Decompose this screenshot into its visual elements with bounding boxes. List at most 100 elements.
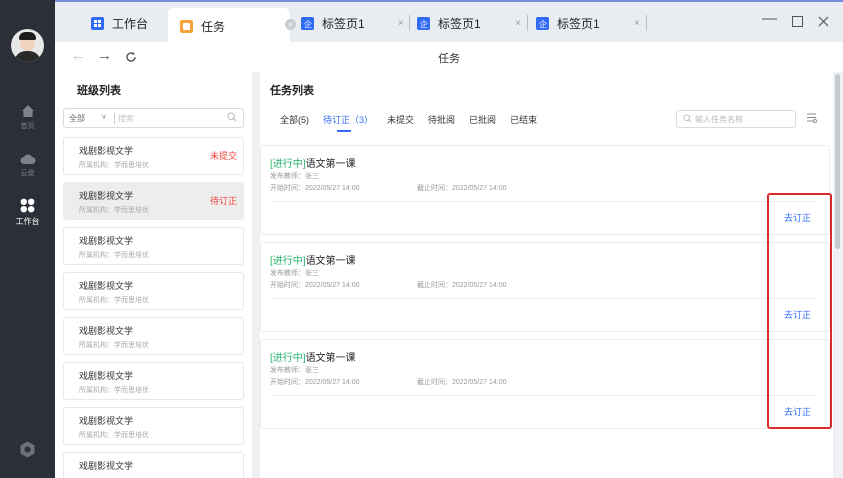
page-tab-icon: 企 xyxy=(417,16,430,30)
class-list-item[interactable]: 戏剧影视文学 所属机构：学而思培优 xyxy=(63,272,244,310)
close-tab-icon[interactable]: × xyxy=(398,18,404,29)
task-end-time: 截止时间：2022/05/27 14:00 xyxy=(417,379,507,386)
sidebar-item-label: 云盘 xyxy=(20,170,35,177)
class-list-item[interactable]: 戏剧影视文学 所属机构：学而思培优 xyxy=(63,317,244,355)
close-tab-icon[interactable]: × xyxy=(285,19,296,30)
tab-page-2[interactable]: 企 标签页1 xyxy=(417,7,481,39)
filter-tab-not-submitted[interactable]: 未提交 xyxy=(387,113,414,126)
sidebar-item-cloud[interactable]: 云盘 xyxy=(0,153,55,178)
tab-page-1[interactable]: 企 标签页1 xyxy=(301,7,365,39)
class-name: 戏剧影视文学 xyxy=(79,281,134,291)
filter-tab-to-review[interactable]: 待批阅 xyxy=(428,113,455,126)
filter-icon[interactable] xyxy=(806,112,817,123)
class-filter-select[interactable]: 全部 xyxy=(69,113,85,124)
sidebar-item-label: 工作台 xyxy=(15,217,40,226)
search-divider xyxy=(114,113,115,124)
task-end-time: 截止时间：2022/05/27 14:00 xyxy=(417,185,507,192)
class-search-input[interactable] xyxy=(118,111,218,125)
settings-hexagon-icon[interactable] xyxy=(19,441,36,458)
sidebar-item-workbench[interactable]: 工作台 xyxy=(0,198,55,227)
class-list-item[interactable]: 戏剧影视文学 所属机构：学而思培优 xyxy=(63,362,244,400)
page-title: 任务 xyxy=(438,53,460,65)
status-badge: 待订正 xyxy=(209,196,237,206)
app-sidebar: 首页 云盘 工作台 xyxy=(0,0,55,478)
close-tab-icon[interactable]: × xyxy=(634,18,640,29)
class-list-item[interactable]: 戏剧影视文学 xyxy=(63,452,244,478)
task-card: [进行中]语文第一课 发布教师：张三 开始时间：2022/05/27 14:00… xyxy=(260,242,830,332)
class-name: 戏剧影视文学 xyxy=(79,146,134,156)
search-icon[interactable] xyxy=(683,114,692,123)
class-list-item[interactable]: 戏剧影视文学 所属机构：学而思培优 待订正 xyxy=(63,182,244,220)
task-search-bar xyxy=(676,110,796,128)
task-list-title: 任务列表 xyxy=(270,85,314,97)
filter-tab-reviewed[interactable]: 已批阅 xyxy=(469,113,496,126)
search-icon[interactable] xyxy=(227,112,237,122)
maximize-icon[interactable] xyxy=(792,16,803,27)
scrollbar[interactable] xyxy=(835,74,840,249)
annotation-highlight-box xyxy=(767,193,832,429)
task-teacher: 发布教师：张三 xyxy=(270,270,319,277)
title-bar: 工作台 任务 × 企 标签页1 × 企 标签页1 × 企 标签页1 × — xyxy=(55,0,843,44)
task-search-input[interactable] xyxy=(695,113,790,126)
workbench-icon xyxy=(20,198,35,213)
sidebar-item-home[interactable]: 首页 xyxy=(0,104,55,131)
task-status: [进行中] xyxy=(270,256,306,267)
filter-tab-ended[interactable]: 已结束 xyxy=(510,113,537,126)
class-search-bar: 全部 ∨ xyxy=(63,108,244,128)
class-org: 所属机构：学而思培优 xyxy=(79,162,149,169)
task-status: [进行中] xyxy=(270,159,306,170)
task-list-panel: 任务列表 全部(5) 待订正（3） 未提交 待批阅 已批阅 已结束 [进行中]语… xyxy=(260,72,833,478)
class-org: 所属机构：学而思培优 xyxy=(79,252,149,259)
page-tab-icon: 企 xyxy=(301,16,314,30)
minimize-icon[interactable]: — xyxy=(762,10,777,27)
close-tab-icon[interactable]: × xyxy=(515,18,521,29)
class-list-item[interactable]: 戏剧影视文学 所属机构：学而思培优 xyxy=(63,227,244,265)
task-title: 语文第一课 xyxy=(305,256,356,267)
tab-label: 标签页1 xyxy=(438,16,481,31)
tab-page-3[interactable]: 企 标签页1 xyxy=(536,7,600,39)
class-list-item[interactable]: 戏剧影视文学 所属机构：学而思培优 未提交 xyxy=(63,137,244,175)
class-org: 所属机构：学而思培优 xyxy=(79,207,149,214)
task-divider xyxy=(270,201,818,202)
class-list-panel: 班级列表 全部 ∨ 戏剧影视文学 所属机构：学而思培优 未提交 戏剧影视文学 所… xyxy=(55,72,252,478)
task-start-time: 开始时间：2022/05/27 14:00 xyxy=(270,379,360,386)
tab-separator xyxy=(646,15,647,31)
task-title: 语文第一课 xyxy=(305,159,356,170)
filter-tab-all[interactable]: 全部(5) xyxy=(280,113,309,126)
filter-tab-to-correct[interactable]: 待订正（3） xyxy=(323,113,373,132)
tab-workbench[interactable]: 工作台 xyxy=(91,7,148,39)
class-org: 所属机构：学而思培优 xyxy=(79,297,149,304)
task-teacher: 发布教师：张三 xyxy=(270,173,319,180)
tab-label: 标签页1 xyxy=(557,16,600,31)
task-divider xyxy=(270,395,818,396)
class-name: 戏剧影视文学 xyxy=(79,236,134,246)
task-end-time: 截止时间：2022/05/27 14:00 xyxy=(417,282,507,289)
close-window-icon[interactable] xyxy=(818,16,829,27)
sidebar-item-label: 首页 xyxy=(20,123,35,130)
class-list-item[interactable]: 戏剧影视文学 所属机构：学而思培优 xyxy=(63,407,244,445)
task-card: [进行中]语文第一课 发布教师：张三 开始时间：2022/05/27 14:00… xyxy=(260,339,830,429)
task-status: [进行中] xyxy=(270,353,306,364)
navigation-bar: ← → 任务 xyxy=(55,42,843,72)
user-avatar[interactable] xyxy=(11,29,44,62)
page-tab-icon: 企 xyxy=(536,16,549,30)
class-name: 戏剧影视文学 xyxy=(79,461,134,471)
cloud-icon xyxy=(20,154,35,164)
class-name: 戏剧影视文学 xyxy=(79,191,134,201)
class-org: 所属机构：学而思培优 xyxy=(79,387,149,394)
class-list-title: 班级列表 xyxy=(77,85,121,97)
class-org: 所属机构：学而思培优 xyxy=(79,432,149,439)
home-icon xyxy=(21,105,34,117)
task-divider xyxy=(270,298,818,299)
tab-task[interactable]: 任务 × xyxy=(168,8,296,44)
chevron-down-icon[interactable]: ∨ xyxy=(101,112,107,121)
tab-label: 任务 xyxy=(201,19,226,34)
class-name: 戏剧影视文学 xyxy=(79,326,134,336)
class-name: 戏剧影视文学 xyxy=(79,416,134,426)
task-start-time: 开始时间：2022/05/27 14:00 xyxy=(270,185,360,192)
tab-separator xyxy=(527,15,528,31)
status-badge: 未提交 xyxy=(209,151,237,161)
class-org: 所属机构：学而思培优 xyxy=(79,342,149,349)
task-card: [进行中]语文第一课 发布教师：张三 开始时间：2022/05/27 14:00… xyxy=(260,145,830,235)
task-start-time: 开始时间：2022/05/27 14:00 xyxy=(270,282,360,289)
